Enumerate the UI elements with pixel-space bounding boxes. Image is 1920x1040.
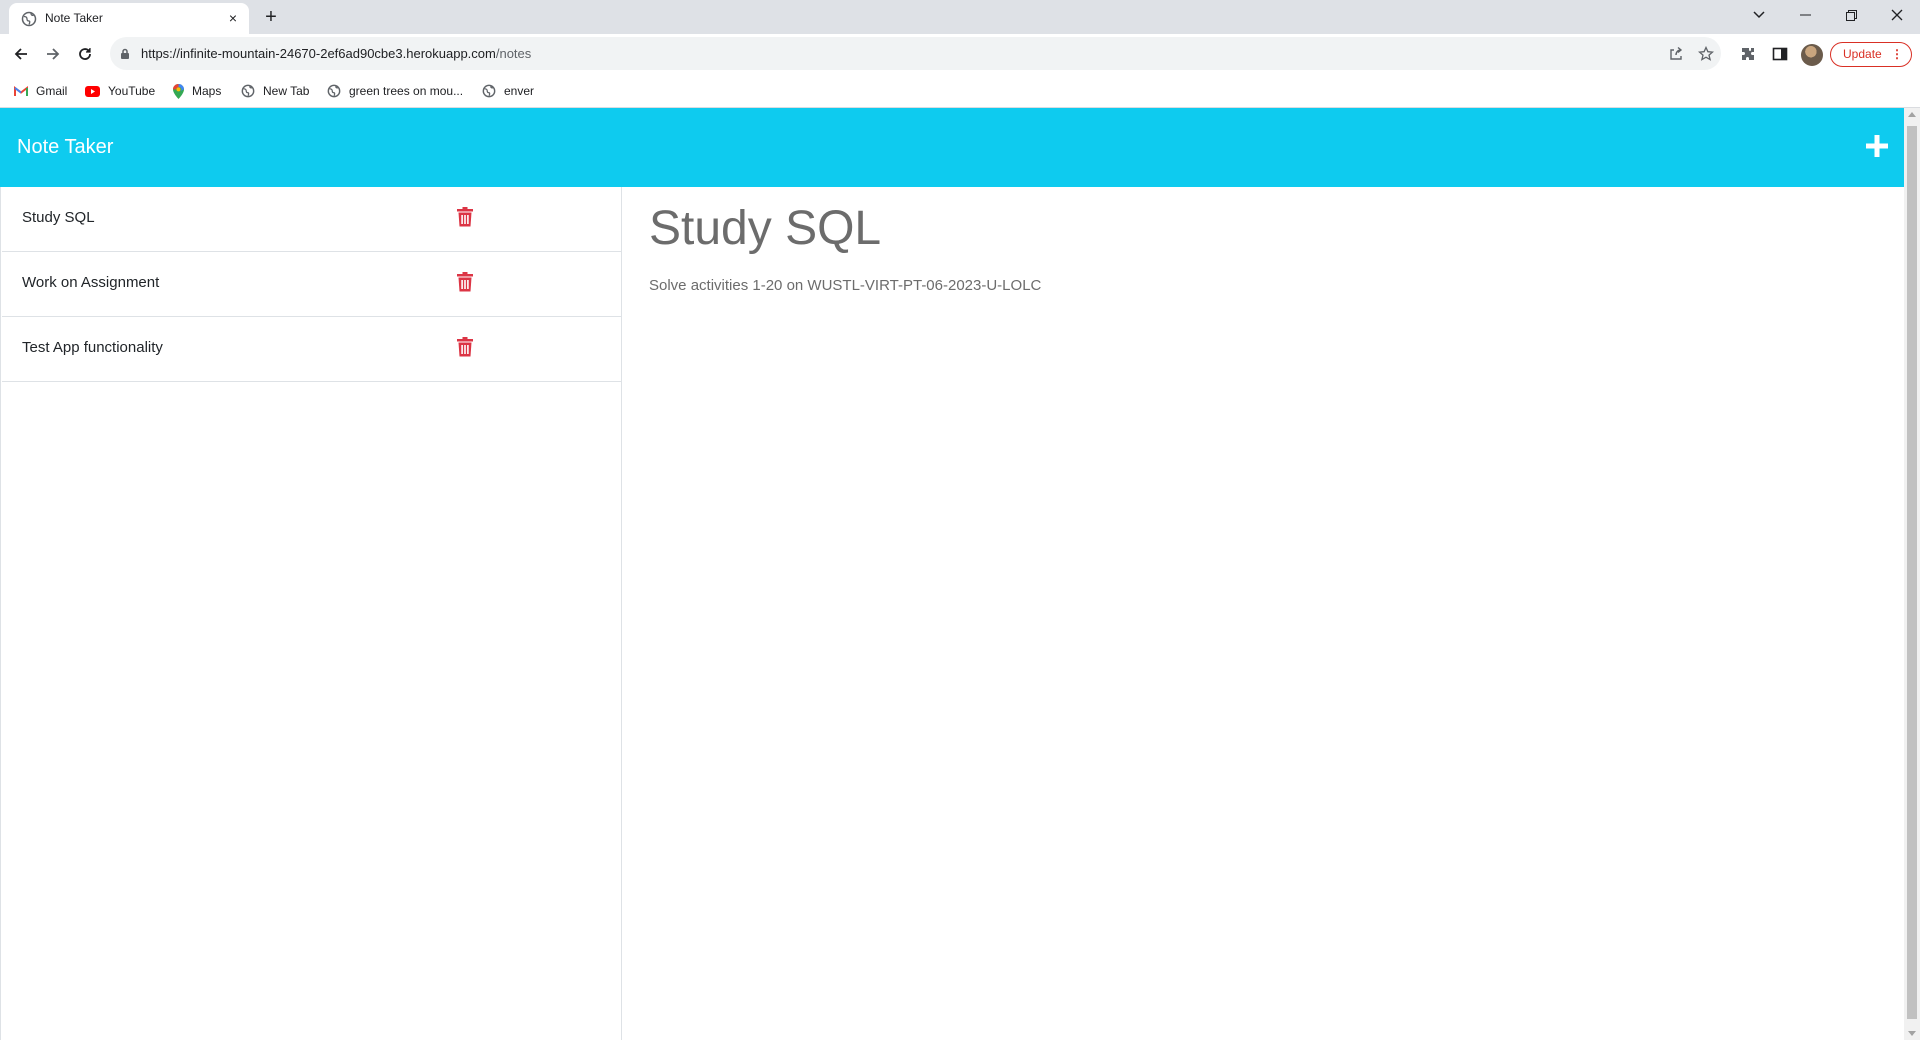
globe-icon	[327, 84, 341, 98]
url-host: https://infinite-mountain-24670-2ef6ad90…	[141, 46, 496, 61]
bookmark-label: YouTube	[108, 84, 156, 98]
bookmark-label: green trees on mou...	[349, 84, 464, 98]
bookmark-star-icon[interactable]	[1697, 45, 1715, 63]
bookmark-new-tab[interactable]: New Tab	[241, 82, 309, 100]
tab-search-icon[interactable]	[1737, 0, 1781, 30]
delete-note-icon[interactable]	[457, 272, 475, 292]
youtube-icon	[85, 85, 100, 97]
bookmark-youtube[interactable]: YouTube	[85, 82, 155, 100]
forward-icon[interactable]	[41, 42, 65, 66]
note-editor: Study SQL Solve activities 1-20 on WUSTL…	[623, 187, 1904, 1040]
page-scrollbar[interactable]	[1904, 108, 1920, 1040]
app-brand[interactable]: Note Taker	[17, 136, 113, 159]
update-label: Update	[1843, 47, 1882, 61]
bookmark-label: Gmail	[36, 84, 68, 98]
bookmark-maps[interactable]: Maps	[173, 82, 221, 100]
address-bar[interactable]: https://infinite-mountain-24670-2ef6ad90…	[110, 37, 1721, 70]
new-tab-button[interactable]: +	[260, 6, 282, 28]
note-list-item[interactable]: Test App functionality	[2, 317, 621, 382]
side-panel-icon[interactable]	[1770, 44, 1790, 64]
minimize-icon[interactable]	[1783, 0, 1827, 30]
menu-dots-icon: ⋮	[1891, 47, 1903, 61]
globe-icon	[21, 11, 37, 27]
note-list-item[interactable]: Study SQL	[2, 187, 621, 252]
note-title[interactable]: Study SQL	[649, 201, 881, 256]
url-path: /notes	[495, 46, 532, 61]
scroll-up-icon[interactable]	[1908, 112, 1916, 117]
globe-icon	[482, 84, 496, 98]
delete-note-icon[interactable]	[457, 337, 475, 357]
bookmark-gmail[interactable]: Gmail	[14, 82, 67, 100]
note-text[interactable]: Solve activities 1-20 on WUSTL-VIRT-PT-0…	[649, 277, 1041, 294]
globe-icon	[241, 84, 255, 98]
close-window-icon[interactable]	[1875, 0, 1919, 30]
scroll-down-icon[interactable]	[1908, 1031, 1916, 1036]
plus-icon	[1866, 135, 1888, 157]
bookmark-label: enver	[504, 84, 535, 98]
url-text[interactable]: https://infinite-mountain-24670-2ef6ad90…	[141, 46, 531, 61]
notes-list: Study SQL Work on Assignment Test App fu…	[0, 187, 622, 1040]
bookmarks-bar: Gmail YouTube Maps New Tab green trees o…	[0, 74, 1920, 108]
note-list-title[interactable]: Work on Assignment	[22, 274, 159, 291]
close-tab-icon[interactable]: ×	[224, 9, 242, 27]
back-icon[interactable]	[9, 42, 33, 66]
bookmark-green-trees[interactable]: green trees on mou...	[327, 82, 463, 100]
reload-icon[interactable]	[73, 42, 97, 66]
share-icon[interactable]	[1667, 45, 1685, 63]
lock-icon[interactable]	[120, 47, 130, 65]
tab-strip: Note Taker × +	[0, 0, 1920, 34]
bookmark-label: New Tab	[263, 84, 310, 98]
browser-tab[interactable]: Note Taker ×	[9, 3, 249, 34]
page-viewport: Note Taker Study SQL Work on Assignment …	[0, 108, 1904, 1040]
add-note-button[interactable]	[1863, 132, 1891, 160]
restore-icon[interactable]	[1829, 0, 1873, 30]
browser-toolbar: https://infinite-mountain-24670-2ef6ad90…	[0, 34, 1920, 74]
app-navbar: Note Taker	[0, 108, 1904, 187]
note-list-title[interactable]: Test App functionality	[22, 339, 163, 356]
bookmark-enver[interactable]: enver	[482, 82, 534, 100]
delete-note-icon[interactable]	[457, 207, 475, 227]
gmail-icon	[14, 85, 28, 96]
update-button[interactable]: Update ⋮	[1830, 42, 1912, 67]
maps-icon	[173, 83, 184, 99]
profile-avatar[interactable]	[1801, 44, 1823, 66]
note-list-item[interactable]: Work on Assignment	[2, 252, 621, 317]
tab-title: Note Taker	[45, 11, 103, 25]
extensions-icon[interactable]	[1738, 44, 1758, 64]
bookmark-label: Maps	[192, 84, 222, 98]
note-list-title[interactable]: Study SQL	[22, 209, 95, 226]
scrollbar-thumb[interactable]	[1907, 126, 1917, 1019]
